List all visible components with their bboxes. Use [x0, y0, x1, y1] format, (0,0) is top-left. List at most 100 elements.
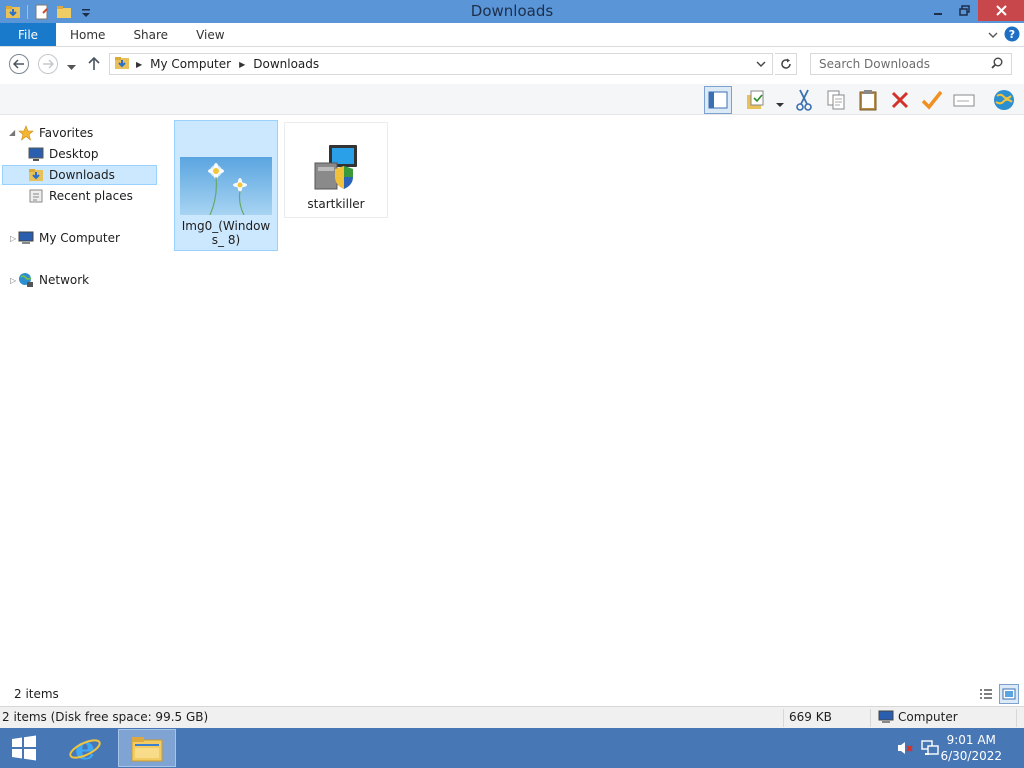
up-arrow-icon[interactable]: [88, 56, 100, 74]
search-input[interactable]: Search Downloads: [810, 53, 1012, 75]
refresh-button[interactable]: [775, 53, 797, 75]
apply-button[interactable]: [918, 86, 946, 114]
zone-label: Computer: [898, 710, 958, 724]
title-bar: Downloads: [0, 0, 1024, 23]
search-placeholder: Search Downloads: [819, 57, 930, 71]
nav-favorites[interactable]: Favorites: [18, 123, 93, 143]
svg-text:?: ?: [1009, 28, 1015, 41]
computer-zone-icon: [878, 709, 894, 727]
help-icon[interactable]: ?: [1004, 26, 1020, 45]
nav-favorites-label: Favorites: [39, 126, 94, 140]
nav-desktop-label: Desktop: [49, 147, 99, 161]
rename-button[interactable]: [950, 86, 978, 114]
file-list-area[interactable]: Img0_(Windows_ 8) startkiller: [160, 116, 1024, 682]
taskbar-internet-explorer[interactable]: e: [56, 729, 114, 767]
nav-downloads-label: Downloads: [49, 168, 115, 182]
status-divider: [870, 709, 871, 727]
network-icon: [18, 272, 34, 288]
minimize-button[interactable]: [924, 0, 951, 21]
disk-space-status: 2 items (Disk free space: 99.5 GB): [2, 710, 209, 724]
large-icons-view-icon: [1002, 688, 1016, 700]
computer-expander-icon[interactable]: ▷: [10, 234, 16, 243]
nav-network[interactable]: Network: [18, 270, 89, 290]
properties-icon[interactable]: [34, 4, 50, 20]
network-button[interactable]: [990, 86, 1018, 114]
volume-muted-icon[interactable]: [896, 740, 914, 756]
search-icon[interactable]: [991, 57, 1003, 72]
selection-size: 669 KB: [789, 710, 832, 724]
file-name: Img0_(Windows_ 8): [181, 219, 271, 247]
ribbon-right-controls: ?: [988, 23, 1020, 47]
scissors-icon: [796, 89, 812, 111]
status-divider: [783, 709, 784, 727]
clock-time: 9:01 AM: [946, 733, 996, 747]
forward-arrow-icon: [43, 59, 54, 69]
computer-icon: [18, 230, 34, 246]
window-controls: [924, 0, 1024, 21]
large-icons-view-button[interactable]: [999, 684, 1019, 704]
address-row: ▶ My Computer ▶ Downloads Search Downloa…: [0, 48, 1024, 82]
file-item-installer[interactable]: startkiller: [284, 122, 388, 218]
restore-button[interactable]: [951, 0, 978, 21]
paste-button[interactable]: [854, 86, 882, 114]
preview-pane-button[interactable]: [704, 86, 732, 114]
image-thumbnail: [180, 157, 272, 216]
copy-icon: [827, 90, 845, 110]
customize-qat-icon[interactable]: [78, 4, 94, 20]
preview-pane-icon: [708, 91, 728, 109]
network-expander-icon[interactable]: ▷: [10, 276, 16, 285]
ribbon-tabs: File Home Share View ?: [0, 23, 1024, 47]
item-count: 2 items: [14, 687, 59, 701]
nav-downloads[interactable]: Downloads: [2, 165, 157, 185]
file-explorer-icon: [131, 737, 163, 762]
folder-options-dropdown-icon[interactable]: [776, 97, 784, 111]
tab-file[interactable]: File: [0, 23, 56, 46]
folder-download-icon[interactable]: [5, 4, 21, 20]
nav-my-computer[interactable]: My Computer: [18, 228, 120, 248]
expand-ribbon-icon[interactable]: [988, 28, 998, 42]
quick-access-toolbar: [0, 0, 97, 23]
close-icon: [995, 5, 1007, 16]
details-view-icon: [980, 689, 992, 699]
close-button[interactable]: [978, 0, 1024, 21]
address-bar[interactable]: ▶ My Computer ▶ Downloads: [109, 53, 773, 75]
installer-icon: [311, 141, 361, 193]
navigation-pane: ◢ Favorites Desktop Downloads Recent pla…: [0, 116, 160, 682]
copy-button[interactable]: [822, 86, 850, 114]
tab-view[interactable]: View: [182, 23, 238, 46]
nav-network-label: Network: [39, 273, 90, 287]
refresh-icon: [780, 58, 791, 69]
nav-desktop[interactable]: Desktop: [28, 144, 99, 164]
delete-icon: [891, 91, 909, 109]
star-icon: [18, 125, 34, 141]
breadcrumb-my-computer[interactable]: My Computer: [150, 57, 231, 71]
file-item-image[interactable]: Img0_(Windows_ 8): [174, 120, 278, 251]
tab-share[interactable]: Share: [119, 23, 182, 46]
folder-options-button[interactable]: [742, 86, 770, 114]
minimize-icon: [933, 12, 942, 15]
command-toolbar: [0, 84, 1024, 115]
nav-recent-places[interactable]: Recent places: [28, 186, 133, 206]
details-view-button[interactable]: [976, 684, 996, 704]
forward-button[interactable]: [38, 54, 58, 74]
recent-locations-icon[interactable]: [67, 60, 76, 74]
breadcrumb-chevron-icon[interactable]: ▶: [239, 60, 245, 69]
restore-icon: [959, 5, 970, 16]
favorites-expander-icon[interactable]: ◢: [9, 128, 15, 137]
recent-places-icon: [28, 188, 44, 204]
delete-button[interactable]: [886, 86, 914, 114]
new-folder-icon[interactable]: [56, 4, 72, 20]
address-dropdown-icon[interactable]: [756, 57, 766, 71]
globe-icon: [994, 90, 1014, 110]
back-button[interactable]: [9, 54, 29, 74]
network-status-icon[interactable]: [921, 740, 939, 756]
start-button[interactable]: [6, 732, 42, 764]
back-arrow-icon: [13, 59, 24, 69]
breadcrumb-chevron-icon[interactable]: ▶: [136, 60, 142, 69]
taskbar-file-explorer[interactable]: [118, 729, 176, 767]
taskbar-clock[interactable]: 9:01 AM 6/30/2022: [940, 732, 1002, 764]
folder-check-icon: [747, 90, 764, 109]
cut-button[interactable]: [790, 86, 818, 114]
breadcrumb-downloads[interactable]: Downloads: [253, 57, 319, 71]
tab-home[interactable]: Home: [56, 23, 119, 46]
